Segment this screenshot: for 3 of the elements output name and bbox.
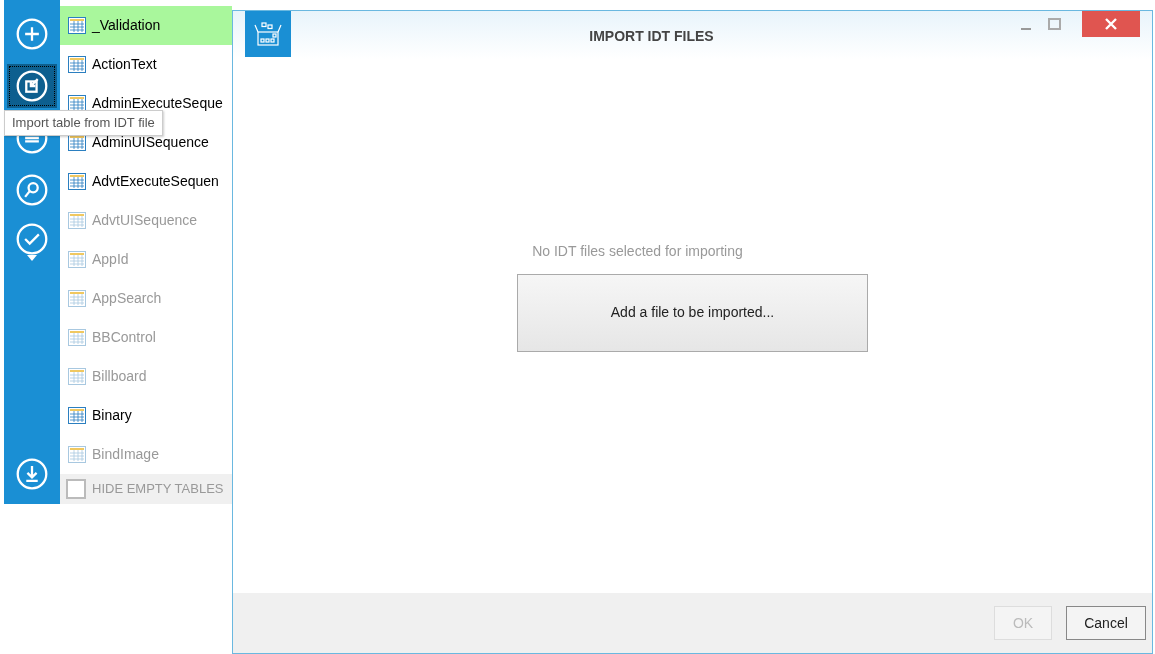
tooltip: Import table from IDT file (4, 110, 163, 136)
window-title: IMPORT IDT FILES (588, 27, 715, 46)
empty-message: No IDT files selected for importing (532, 241, 743, 261)
